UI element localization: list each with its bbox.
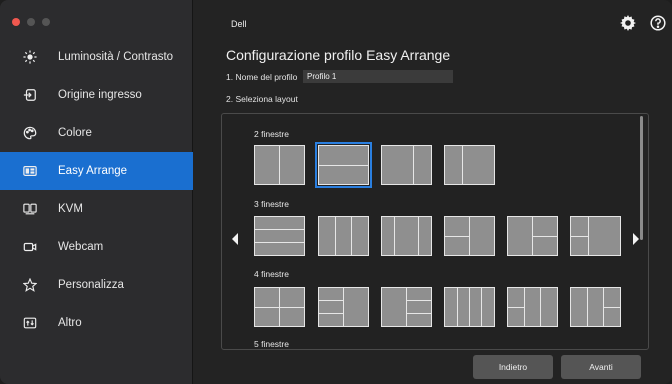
close-window-button[interactable] bbox=[12, 18, 20, 26]
group-label-2: 2 finestre bbox=[254, 129, 289, 139]
layout-thumb-4-1[interactable] bbox=[254, 287, 305, 327]
sidebar-item-label: Colore bbox=[58, 127, 92, 139]
sidebar-item-other[interactable]: Altro bbox=[0, 304, 193, 342]
maximize-window-button[interactable] bbox=[42, 18, 50, 26]
webcam-icon bbox=[22, 239, 38, 255]
layout-thumb-4-4[interactable] bbox=[444, 287, 495, 327]
help-icon[interactable] bbox=[650, 15, 666, 31]
sidebar-item-kvm[interactable]: KVM bbox=[0, 190, 193, 228]
layout-thumb-3-2[interactable] bbox=[318, 216, 369, 256]
main-content: Dell Configurazione profilo Easy Arrange… bbox=[194, 0, 672, 384]
layout-panel: 2 finestre 3 finestre 4 finestre 5 fines… bbox=[221, 113, 649, 350]
sidebar-item-personalize[interactable]: Personalizza bbox=[0, 266, 193, 304]
layout-thumb-3-4[interactable] bbox=[444, 216, 495, 256]
scroll-left-arrow[interactable] bbox=[232, 233, 238, 245]
profile-name-input[interactable] bbox=[303, 70, 453, 83]
layout-thumb-2-1[interactable] bbox=[254, 145, 305, 185]
sidebar: Luminosità / Contrasto Origine ingresso … bbox=[0, 0, 193, 384]
app-window: Luminosità / Contrasto Origine ingresso … bbox=[0, 0, 672, 384]
layout-thumb-4-6[interactable] bbox=[570, 287, 621, 327]
layout-thumb-2-2[interactable] bbox=[315, 142, 372, 188]
brand-label: Dell bbox=[231, 19, 247, 29]
sidebar-item-label: KVM bbox=[58, 203, 83, 215]
layout-thumb-4-3[interactable] bbox=[381, 287, 432, 327]
gear-icon[interactable] bbox=[620, 15, 636, 31]
page-title: Configurazione profilo Easy Arrange bbox=[226, 47, 451, 63]
layout-thumb-4-5[interactable] bbox=[507, 287, 558, 327]
minimize-window-button[interactable] bbox=[27, 18, 35, 26]
sidebar-item-color[interactable]: Colore bbox=[0, 114, 193, 152]
input-source-icon bbox=[22, 87, 38, 103]
sidebar-item-label: Webcam bbox=[58, 241, 104, 253]
sidebar-item-label: Origine ingresso bbox=[58, 89, 142, 101]
group-label-3: 3 finestre bbox=[254, 199, 289, 209]
layout-thumb-3-3[interactable] bbox=[381, 216, 432, 256]
layout-panel-scrollbar[interactable] bbox=[640, 116, 643, 240]
sidebar-item-label: Altro bbox=[58, 317, 82, 329]
sidebar-item-label: Easy Arrange bbox=[58, 165, 128, 177]
sidebar-item-label: Luminosità / Contrasto bbox=[58, 51, 174, 63]
window-controls bbox=[12, 18, 50, 26]
palette-icon bbox=[22, 125, 38, 141]
select-layout-label: 2. Seleziona layout bbox=[226, 94, 298, 104]
layout-thumb-3-1[interactable] bbox=[254, 216, 305, 256]
star-icon bbox=[22, 277, 38, 293]
brightness-icon bbox=[22, 49, 38, 65]
sidebar-item-label: Personalizza bbox=[58, 279, 124, 291]
layout-thumb-2-3[interactable] bbox=[381, 145, 432, 185]
other-icon bbox=[22, 315, 38, 331]
layout-thumb-4-2[interactable] bbox=[318, 287, 369, 327]
next-button[interactable]: Avanti bbox=[561, 355, 641, 379]
sidebar-item-easy-arrange[interactable]: Easy Arrange bbox=[0, 152, 193, 190]
back-button[interactable]: Indietro bbox=[473, 355, 553, 379]
easy-arrange-icon bbox=[22, 163, 38, 179]
sidebar-item-webcam[interactable]: Webcam bbox=[0, 228, 193, 266]
layout-thumb-3-6[interactable] bbox=[570, 216, 621, 256]
scroll-right-arrow[interactable] bbox=[633, 233, 639, 245]
profile-name-label: 1. Nome del profilo bbox=[226, 72, 298, 82]
group-label-5: 5 finestre bbox=[254, 339, 289, 349]
group-label-4: 4 finestre bbox=[254, 269, 289, 279]
layout-thumb-2-4[interactable] bbox=[444, 145, 495, 185]
kvm-icon bbox=[22, 201, 38, 217]
sidebar-item-input-source[interactable]: Origine ingresso bbox=[0, 76, 193, 114]
sidebar-nav: Luminosità / Contrasto Origine ingresso … bbox=[0, 38, 193, 342]
sidebar-item-brightness[interactable]: Luminosità / Contrasto bbox=[0, 38, 193, 76]
layout-thumb-3-5[interactable] bbox=[507, 216, 558, 256]
